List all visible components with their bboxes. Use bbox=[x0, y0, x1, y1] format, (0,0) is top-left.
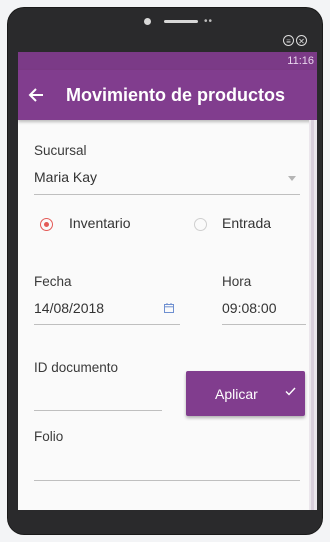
radio-entrada[interactable]: Entrada bbox=[194, 214, 294, 236]
sucursal-select[interactable]: Maria Kay bbox=[34, 164, 300, 198]
id-documento-label: ID documento bbox=[34, 360, 119, 375]
folio-label: Folio bbox=[34, 429, 64, 444]
app-bar: Movimiento de productos bbox=[18, 70, 317, 120]
scrollbar[interactable] bbox=[309, 120, 317, 510]
radio-inventario-label: Inventario bbox=[69, 215, 131, 231]
app-screen: 11:16 Movimiento de productos Sucursal M… bbox=[18, 52, 317, 510]
hora-underline bbox=[222, 324, 306, 325]
aplicar-button[interactable]: Aplicar bbox=[186, 371, 305, 416]
hora-label: Hora bbox=[222, 274, 252, 289]
phone-bottom-bezel bbox=[8, 510, 322, 534]
scrollbar-track bbox=[311, 120, 314, 510]
folio-underline bbox=[34, 480, 300, 481]
arrow-left-icon bbox=[28, 88, 43, 102]
sucursal-underline bbox=[34, 194, 300, 195]
radio-selected-icon bbox=[40, 218, 53, 231]
aplicar-button-label: Aplicar bbox=[215, 385, 258, 402]
fecha-label: Fecha bbox=[34, 274, 72, 289]
fecha-underline bbox=[34, 324, 180, 325]
sensor-dots: •• bbox=[204, 16, 214, 27]
fecha-value: 14/08/2018 bbox=[34, 300, 105, 316]
sucursal-label: Sucursal bbox=[34, 143, 87, 158]
menu-icon[interactable]: ≡ bbox=[283, 35, 294, 46]
close-icon[interactable]: ✕ bbox=[296, 35, 307, 46]
page-title: Movimiento de productos bbox=[66, 84, 286, 105]
radio-entrada-label: Entrada bbox=[222, 215, 272, 231]
chevron-down-icon bbox=[288, 176, 296, 181]
calendar-icon[interactable] bbox=[164, 303, 174, 313]
folio-field[interactable] bbox=[34, 450, 300, 482]
camera-dot bbox=[144, 18, 151, 25]
radio-unselected-icon bbox=[194, 218, 207, 231]
hora-value: 09:08:00 bbox=[222, 300, 277, 316]
check-icon bbox=[285, 387, 296, 396]
status-time: 11:16 bbox=[287, 55, 314, 67]
emulator-controls: ≡ ✕ bbox=[283, 35, 307, 47]
fecha-field[interactable]: 14/08/2018 bbox=[34, 294, 180, 326]
status-bar: 11:16 bbox=[18, 52, 317, 70]
back-button[interactable] bbox=[18, 87, 58, 103]
sucursal-value: Maria Kay bbox=[34, 169, 98, 185]
speaker-bar bbox=[164, 20, 198, 23]
hora-field[interactable]: 09:08:00 bbox=[222, 294, 306, 326]
id-documento-underline bbox=[34, 410, 162, 411]
radio-inventario[interactable]: Inventario bbox=[40, 214, 170, 236]
id-documento-field[interactable] bbox=[34, 380, 162, 412]
